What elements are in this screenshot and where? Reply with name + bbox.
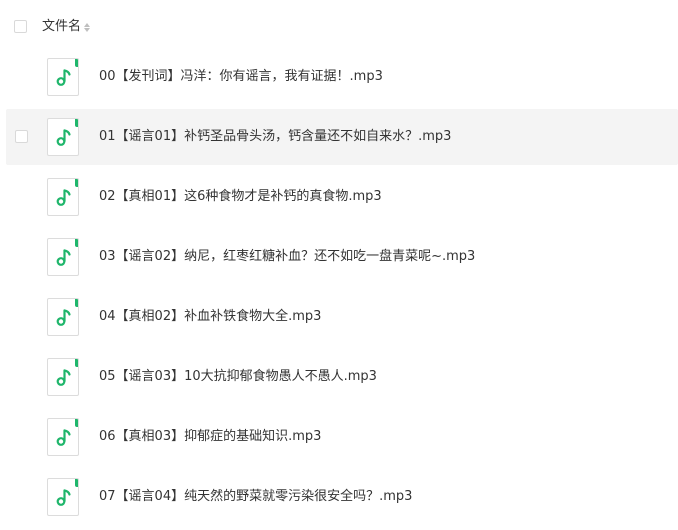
select-all-checkbox[interactable] [14, 20, 27, 33]
row-checkbox[interactable] [15, 130, 28, 143]
file-row[interactable]: 03【谣言02】纳尼，红枣红糖补血？还不如吃一盘青菜呢~.mp3 [6, 229, 678, 285]
music-note-icon [56, 69, 71, 86]
audio-file-icon [47, 478, 79, 516]
audio-file-icon [47, 238, 79, 276]
music-note-icon [56, 249, 71, 266]
audio-file-icon [47, 418, 79, 456]
music-note-icon [56, 189, 71, 206]
file-row[interactable]: 00【发刊词】冯洋：你有谣言，我有证据！.mp3 [6, 49, 678, 105]
audio-file-icon [47, 298, 79, 336]
filename-column-header[interactable]: 文件名 [42, 18, 92, 36]
file-name[interactable]: 02【真相01】这6种食物才是补钙的真食物.mp3 [99, 188, 382, 206]
file-name[interactable]: 03【谣言02】纳尼，红枣红糖补血？还不如吃一盘青菜呢~.mp3 [99, 248, 475, 266]
music-note-icon [56, 369, 71, 386]
music-note-icon [56, 429, 71, 446]
filename-column-label: 文件名 [42, 19, 82, 34]
audio-file-icon [47, 358, 79, 396]
sort-caret-icon[interactable] [84, 21, 92, 33]
file-name[interactable]: 07【谣言04】纯天然的野菜就零污染很安全吗？.mp3 [99, 488, 412, 506]
file-name[interactable]: 05【谣言03】10大抗抑郁食物愚人不愚人.mp3 [99, 368, 377, 386]
audio-file-icon [47, 58, 79, 96]
file-name[interactable]: 01【谣言01】补钙圣品骨头汤，钙含量还不如自来水？.mp3 [99, 128, 451, 146]
file-name[interactable]: 04【真相02】补血补铁食物大全.mp3 [99, 308, 321, 326]
audio-file-icon [47, 118, 79, 156]
audio-file-icon [47, 178, 79, 216]
music-note-icon [56, 489, 71, 506]
file-list-header: 文件名 [0, 0, 678, 52]
file-name[interactable]: 06【真相03】抑郁症的基础知识.mp3 [99, 428, 321, 446]
file-name[interactable]: 00【发刊词】冯洋：你有谣言，我有证据！.mp3 [99, 68, 383, 86]
music-note-icon [56, 129, 71, 146]
file-row[interactable]: 02【真相01】这6种食物才是补钙的真食物.mp3 [6, 169, 678, 225]
file-row[interactable]: 01【谣言01】补钙圣品骨头汤，钙含量还不如自来水？.mp3 [6, 109, 678, 165]
music-note-icon [56, 309, 71, 326]
file-row[interactable]: 04【真相02】补血补铁食物大全.mp3 [6, 289, 678, 345]
file-row[interactable]: 05【谣言03】10大抗抑郁食物愚人不愚人.mp3 [6, 349, 678, 405]
file-row[interactable]: 06【真相03】抑郁症的基础知识.mp3 [6, 409, 678, 465]
file-row[interactable]: 07【谣言04】纯天然的野菜就零污染很安全吗？.mp3 [6, 469, 678, 525]
